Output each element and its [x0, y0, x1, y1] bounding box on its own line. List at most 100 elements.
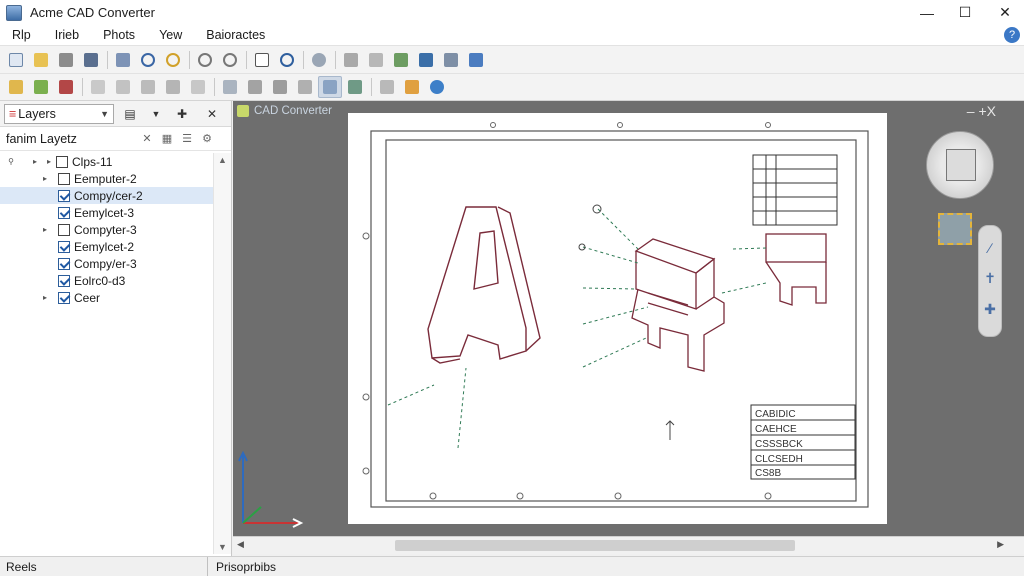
tool-button-l[interactable] — [161, 76, 185, 98]
layer-properties-icon[interactable]: ▤ — [120, 104, 140, 124]
drawing-sheet[interactable]: CABIDIC CAEHCE CSSSBCK CLCSEDH CS8B — [348, 113, 887, 524]
menu-item[interactable]: Baioractes — [194, 28, 277, 42]
canvas-window-controls[interactable]: – +X — [967, 103, 996, 119]
layer-row[interactable]: Compy/cer-2 — [0, 187, 214, 204]
open-folder-button[interactable] — [29, 49, 53, 71]
tool-button-j[interactable] — [111, 76, 135, 98]
tool-button-r[interactable] — [318, 76, 342, 98]
tool-button-q[interactable] — [293, 76, 317, 98]
tool-button-n[interactable] — [218, 76, 242, 98]
canvas-scrollbar[interactable]: ◀ ▶ — [233, 536, 1024, 554]
scroll-down-icon[interactable]: ▼ — [218, 542, 227, 552]
drawing-canvas[interactable]: CAD Converter – +X CABIDIC CAEHCE CSSSBC… — [233, 101, 1024, 536]
layer-checkbox[interactable] — [58, 223, 70, 236]
layer-label: Compyter-3 — [74, 222, 137, 237]
help-icon[interactable]: ? — [1004, 27, 1020, 43]
view-button[interactable] — [307, 49, 331, 71]
tool-button-g[interactable] — [29, 76, 53, 98]
zoom-out-icon — [223, 52, 237, 67]
zoom-window-button[interactable] — [136, 49, 160, 71]
menu-item[interactable]: Irieb — [43, 28, 91, 42]
tool-button-h[interactable] — [54, 76, 78, 98]
scroll-right-icon[interactable]: ▶ — [997, 539, 1004, 550]
tool-button-s[interactable] — [343, 76, 367, 98]
tool-button-d[interactable] — [414, 49, 438, 71]
settings-icon[interactable]: ⚙ — [199, 132, 215, 145]
close-panel-icon[interactable]: ✕ — [202, 104, 222, 124]
layer-checkbox[interactable] — [58, 257, 70, 270]
canvas-tab[interactable]: CAD Converter — [237, 105, 332, 117]
expand-icon[interactable]: ▸ — [40, 293, 50, 302]
zoom-realtime-button[interactable] — [161, 49, 185, 71]
new-file-button[interactable] — [4, 49, 28, 71]
tool-button-t[interactable] — [375, 76, 399, 98]
layer-row[interactable]: ▸ Eemputer-2 — [0, 170, 214, 187]
tool-icon — [141, 80, 155, 94]
chevron-down-icon[interactable]: ▼ — [146, 104, 166, 124]
layers-scrollbar[interactable]: ▲ ▼ — [213, 153, 231, 554]
print-button[interactable] — [54, 49, 78, 71]
viewcube-face[interactable] — [946, 149, 976, 181]
tool-button-u[interactable] — [400, 76, 424, 98]
scroll-up-icon[interactable]: ▲ — [218, 155, 227, 165]
layer-row[interactable]: Compy/er-3 — [0, 255, 214, 272]
tool-button-e[interactable] — [439, 49, 463, 71]
layer-row[interactable]: Eemylcet-3 — [0, 204, 214, 221]
tool-button-c[interactable] — [389, 49, 413, 71]
zoom-out-button[interactable] — [218, 49, 242, 71]
layer-checkbox[interactable] — [56, 155, 68, 168]
maximize-button[interactable]: ☐ — [946, 0, 984, 25]
layer-row[interactable]: ▸ Compyter-3 — [0, 221, 214, 238]
scroll-thumb[interactable] — [395, 540, 795, 551]
layer-row[interactable]: Eolrc0-d3 — [0, 272, 214, 289]
layer-row[interactable]: Eemylcet-2 — [0, 238, 214, 255]
menu-item[interactable]: Rlp — [0, 28, 43, 42]
layer-checkbox[interactable] — [58, 291, 70, 304]
globe-button[interactable] — [425, 76, 449, 98]
menu-item[interactable]: Phots — [91, 28, 147, 42]
viewcube[interactable] — [926, 131, 994, 199]
pan-icon[interactable]: ∕ — [979, 240, 1001, 256]
tool-button-k[interactable] — [136, 76, 160, 98]
scroll-left-icon[interactable]: ◀ — [237, 539, 244, 550]
delete-layer-icon[interactable]: ✕ — [139, 132, 155, 145]
title-block-cell: CSSSBCK — [755, 439, 803, 450]
page-button[interactable] — [250, 49, 274, 71]
expand-icon[interactable]: ▸ — [40, 174, 50, 183]
pin-icon[interactable]: ✚ — [172, 104, 192, 124]
expand-icon[interactable]: ▸ — [42, 157, 56, 166]
grid-icon[interactable]: ▦ — [159, 132, 175, 145]
tool-button-b[interactable] — [364, 49, 388, 71]
layer-checkbox[interactable] — [58, 206, 70, 219]
tool-button-f[interactable] — [4, 76, 28, 98]
tool-button-o[interactable] — [243, 76, 267, 98]
tool-icon — [223, 80, 237, 94]
layer-checkbox[interactable] — [58, 189, 70, 202]
orbit-icon[interactable]: ✝ — [979, 270, 1001, 287]
layer-checkbox[interactable] — [58, 172, 70, 185]
expand-icon[interactable]: ▸ — [30, 157, 40, 166]
save-button[interactable] — [79, 49, 103, 71]
orbit-cube-icon[interactable] — [938, 213, 972, 245]
drawing-toolbar — [0, 73, 1024, 101]
find-button[interactable] — [275, 49, 299, 71]
layer-checkbox[interactable] — [58, 240, 70, 253]
zoom-extents-icon[interactable]: ✚ — [979, 301, 1001, 318]
layer-row[interactable]: ⚲ ▸ ▸ Clps-11 — [0, 153, 214, 170]
close-button[interactable]: ✕ — [986, 0, 1024, 25]
expand-icon[interactable]: ▸ — [40, 225, 50, 234]
zoom-in-button[interactable] — [193, 49, 217, 71]
layer-row[interactable]: ▸ Ceer — [0, 289, 214, 306]
batch-convert-button[interactable] — [111, 49, 135, 71]
layer-checkbox[interactable] — [58, 274, 70, 287]
tool-button-m[interactable] — [186, 76, 210, 98]
tool-button-i[interactable] — [86, 76, 110, 98]
tool-icon — [166, 80, 180, 94]
tool-button-p[interactable] — [268, 76, 292, 98]
minimize-button[interactable]: — — [908, 0, 946, 25]
list-icon[interactable]: ☰ — [179, 132, 195, 145]
layers-dropdown[interactable]: ≡ Layers ▼ — [4, 103, 114, 124]
tool-button-a[interactable] — [339, 49, 363, 71]
layout-button[interactable] — [464, 49, 488, 71]
menu-item[interactable]: Yew — [147, 28, 194, 42]
